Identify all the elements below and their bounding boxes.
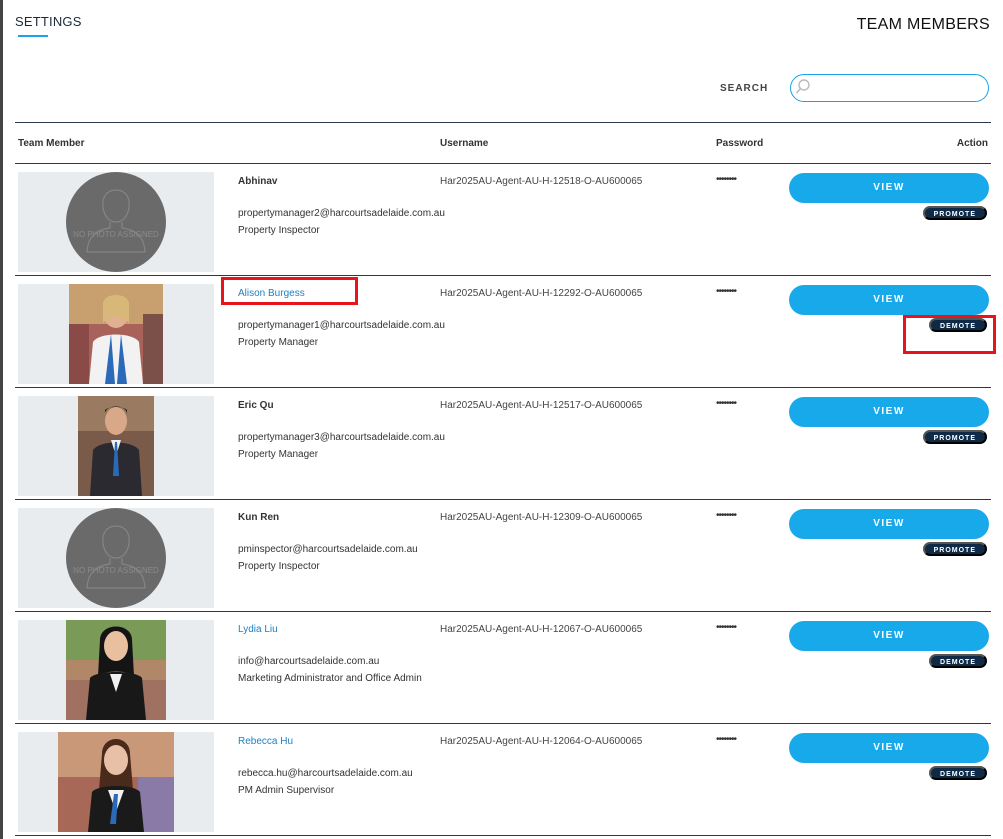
annotation-highlight-name <box>221 277 358 305</box>
member-photo <box>18 396 214 496</box>
view-button[interactable]: VIEW <box>789 621 989 651</box>
member-password: •••••••• <box>716 510 737 521</box>
member-username: Har2025AU-Agent-AU-H-12064-O-AU600065 <box>440 736 643 747</box>
promote-button[interactable]: PROMOTE <box>922 542 987 556</box>
member-role: Marketing Administrator and Office Admin <box>238 673 422 684</box>
search-icon <box>795 79 810 94</box>
member-password: •••••••• <box>716 286 737 297</box>
member-photo: NO PHOTO ASSIGNED <box>18 172 214 272</box>
member-portrait <box>78 396 154 496</box>
column-header-password: Password <box>716 138 764 149</box>
member-name-link[interactable]: Rebecca Hu <box>238 736 293 747</box>
column-header-action: Action <box>956 138 988 149</box>
member-email: propertymanager2@harcourtsadelaide.com.a… <box>238 208 445 219</box>
promote-button[interactable]: PROMOTE <box>922 430 987 444</box>
table-row: NO PHOTO ASSIGNED Abhinav propertymanage… <box>15 164 991 276</box>
member-username: Har2025AU-Agent-AU-H-12517-O-AU600065 <box>440 400 643 411</box>
demote-button[interactable]: DEMOTE <box>929 766 987 780</box>
view-button[interactable]: VIEW <box>789 397 989 427</box>
demote-button[interactable]: DEMOTE <box>929 654 987 668</box>
member-password: •••••••• <box>716 622 737 633</box>
member-email: pminspector@harcourtsadelaide.com.au <box>238 544 418 555</box>
member-name: Kun Ren <box>238 512 280 523</box>
member-portrait <box>69 284 163 384</box>
member-role: Property Manager <box>238 337 319 348</box>
view-button[interactable]: VIEW <box>789 733 989 763</box>
no-photo-text: NO PHOTO ASSIGNED <box>73 230 159 239</box>
table-row: Lydia Liu info@harcourtsadelaide.com.au … <box>15 612 991 724</box>
member-portrait <box>66 620 166 720</box>
member-username: Har2025AU-Agent-AU-H-12309-O-AU600065 <box>440 512 643 523</box>
member-role: Property Inspector <box>238 561 320 572</box>
settings-tab[interactable]: SETTINGS <box>15 14 82 29</box>
member-username: Har2025AU-Agent-AU-H-12518-O-AU600065 <box>440 176 643 187</box>
member-role: Property Inspector <box>238 225 320 236</box>
member-username: Har2025AU-Agent-AU-H-12067-O-AU600065 <box>440 624 643 635</box>
view-button[interactable]: VIEW <box>789 173 989 203</box>
annotation-highlight-demote <box>903 315 996 354</box>
member-password: •••••••• <box>716 734 737 745</box>
table-row: Alison Burgess propertymanager1@harcourt… <box>15 276 991 388</box>
search-label: SEARCH <box>720 83 769 94</box>
member-email: propertymanager1@harcourtsadelaide.com.a… <box>238 320 445 331</box>
member-email: info@harcourtsadelaide.com.au <box>238 656 380 667</box>
member-email: propertymanager3@harcourtsadelaide.com.a… <box>238 432 445 443</box>
member-photo: NO PHOTO ASSIGNED <box>18 508 214 608</box>
member-portrait <box>58 732 174 832</box>
table-row: NO PHOTO ASSIGNED Kun Ren pminspector@ha… <box>15 500 991 612</box>
promote-button[interactable]: PROMOTE <box>922 206 987 220</box>
member-email: rebecca.hu@harcourtsadelaide.com.au <box>238 768 413 779</box>
search-input[interactable] <box>813 78 983 98</box>
table-row: Rebecca Hu rebecca.hu@harcourtsadelaide.… <box>15 724 991 836</box>
table-header: Team Member Username Password Action <box>15 122 991 164</box>
search-box[interactable] <box>790 74 989 102</box>
member-role: Property Manager <box>238 449 319 460</box>
page-title: TEAM MEMBERS <box>856 16 990 33</box>
member-username: Har2025AU-Agent-AU-H-12292-O-AU600065 <box>440 288 643 299</box>
no-photo-text: NO PHOTO ASSIGNED <box>73 566 159 575</box>
column-header-team-member: Team Member <box>18 138 85 149</box>
member-name: Abhinav <box>238 176 278 187</box>
member-name: Eric Qu <box>238 400 274 411</box>
member-role: PM Admin Supervisor <box>238 785 335 796</box>
team-members-page: SETTINGS TEAM MEMBERS SEARCH Team Member… <box>0 0 1003 839</box>
window-edge <box>0 0 3 839</box>
column-header-username: Username <box>440 138 489 149</box>
view-button[interactable]: VIEW <box>789 285 989 315</box>
member-password: •••••••• <box>716 398 737 409</box>
team-members-table: Team Member Username Password Action NO … <box>15 122 991 836</box>
no-photo-avatar-icon: NO PHOTO ASSIGNED <box>66 172 166 272</box>
view-button[interactable]: VIEW <box>789 509 989 539</box>
member-password: •••••••• <box>716 174 737 185</box>
settings-tab-underline <box>18 35 48 37</box>
member-photo <box>18 732 214 832</box>
member-photo <box>18 284 214 384</box>
member-name-link[interactable]: Lydia Liu <box>238 624 278 635</box>
table-row: Eric Qu propertymanager3@harcourtsadelai… <box>15 388 991 500</box>
no-photo-avatar-icon: NO PHOTO ASSIGNED <box>66 508 166 608</box>
member-photo <box>18 620 214 720</box>
